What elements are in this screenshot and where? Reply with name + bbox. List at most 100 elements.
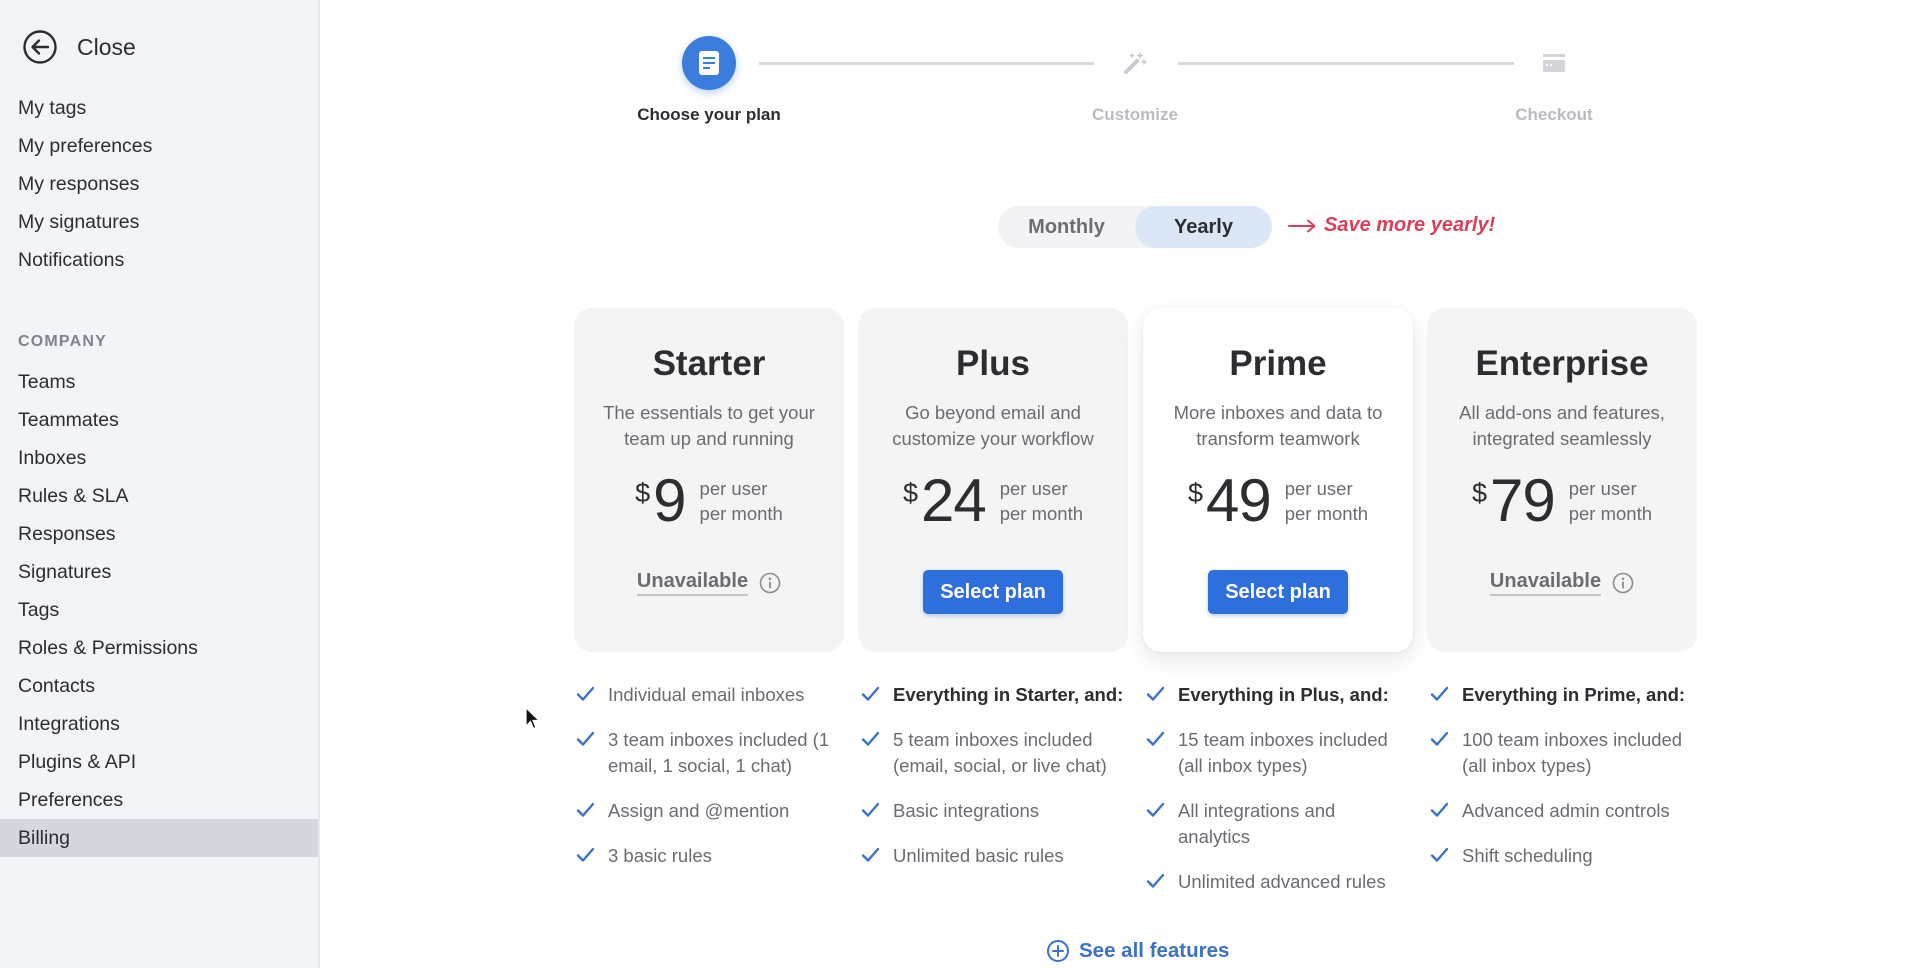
feature-text: Everything in Starter, and:	[893, 684, 1124, 705]
unavailable-link[interactable]: Unavailable	[636, 570, 749, 596]
plan-features-prime: Everything in Plus, and: 15 team inboxes …	[1140, 682, 1410, 914]
feature-item: Everything in Prime, and:	[1424, 682, 1694, 708]
checkmark-icon	[1146, 686, 1165, 701]
plan-cta: Select plan	[858, 570, 1128, 614]
price-unit-user: per user	[999, 478, 1068, 499]
checkmark-icon	[861, 847, 880, 862]
unavailable-link[interactable]: Unavailable	[1489, 570, 1602, 596]
step-label: Checkout	[1515, 105, 1593, 124]
sidebar-item-preferences[interactable]: Preferences	[0, 781, 318, 819]
billing-period-toggle[interactable]: Monthly Yearly	[998, 206, 1272, 248]
toggle-monthly[interactable]: Monthly	[998, 206, 1135, 248]
plan-name: Plus	[956, 344, 1030, 383]
feature-item: Assign and @mention	[570, 798, 840, 824]
mouse-cursor-icon	[525, 707, 541, 730]
feature-text: Individual email inboxes	[608, 684, 805, 705]
sidebar-item-signatures[interactable]: Signatures	[0, 553, 318, 591]
plan-name: Starter	[652, 344, 766, 383]
feature-text: Assign and @mention	[608, 800, 790, 821]
feature-text: All integrations and analytics	[1178, 800, 1336, 847]
feature-item: All integrations and analytics	[1140, 798, 1410, 850]
price-unit: per user per month	[700, 476, 783, 526]
magic-wand-icon	[1124, 52, 1147, 74]
feature-text: Basic integrations	[893, 800, 1040, 821]
see-all-features-link[interactable]: See all features	[1046, 939, 1229, 963]
price-amount: 24	[920, 467, 987, 534]
select-plan-button[interactable]: Select plan	[923, 570, 1063, 614]
plan-features-starter: Individual email inboxes 3 team inboxes i…	[570, 682, 840, 888]
toggle-yearly[interactable]: Yearly	[1135, 206, 1272, 248]
step-connector	[759, 62, 1094, 65]
feature-item: 100 team inboxes included (all inbox typ…	[1424, 727, 1694, 779]
feature-text: 5 team inboxes included (email, social, …	[893, 729, 1107, 776]
price-unit: per user per month	[1285, 476, 1368, 526]
sidebar-item-billing[interactable]: Billing	[0, 819, 318, 857]
checkmark-icon	[1430, 847, 1449, 862]
feature-text: 100 team inboxes included (all inbox typ…	[1462, 729, 1683, 776]
plus-circle-icon	[1047, 940, 1069, 962]
plan-cta: Unavailable	[1427, 570, 1697, 596]
save-yearly-text: Save more yearly!	[1324, 214, 1496, 236]
price-unit-month: per month	[1284, 503, 1369, 524]
checkmark-icon	[576, 731, 595, 746]
feature-text: 3 basic rules	[608, 845, 712, 866]
plan-price: $ 9 per user per month	[574, 470, 844, 532]
credit-card-icon	[1543, 54, 1565, 72]
plan-card-prime: Prime More inboxes and data to transform…	[1143, 308, 1413, 652]
checkmark-icon	[1146, 731, 1165, 746]
checkmark-icon	[861, 686, 880, 701]
sidebar-item-notifications[interactable]: Notifications	[0, 241, 318, 279]
currency-symbol: $	[635, 478, 651, 508]
info-icon[interactable]	[759, 572, 781, 594]
price-unit: per user per month	[1569, 476, 1652, 526]
plan-description: The essentials to get your team up and r…	[603, 402, 815, 449]
checkout-stepper: Choose your plan Customize Checkout	[0, 0, 1920, 140]
plan-cta: Unavailable	[574, 570, 844, 596]
feature-item: Individual email inboxes	[570, 682, 840, 708]
info-icon[interactable]	[1612, 572, 1634, 594]
sidebar-item-plugins-api[interactable]: Plugins & API	[0, 743, 318, 781]
sidebar-item-roles-permissions[interactable]: Roles & Permissions	[0, 629, 318, 667]
price-amount: 9	[653, 467, 686, 534]
sidebar-item-contacts[interactable]: Contacts	[0, 667, 318, 705]
sidebar-item-teams[interactable]: Teams	[0, 363, 318, 401]
plan-name: Enterprise	[1475, 344, 1649, 383]
sidebar-item-my-responses[interactable]: My responses	[0, 165, 318, 203]
currency-symbol: $	[1471, 478, 1487, 508]
sidebar-item-tags[interactable]: Tags	[0, 591, 318, 629]
company-nav: Teams Teammates Inboxes Rules & SLA Resp…	[0, 363, 318, 857]
sidebar-item-rules-sla[interactable]: Rules & SLA	[0, 477, 318, 515]
step-connector	[1178, 62, 1514, 65]
sidebar-item-integrations[interactable]: Integrations	[0, 705, 318, 743]
feature-item: Shift scheduling	[1424, 843, 1694, 869]
see-all-features-label: See all features	[1079, 939, 1230, 962]
feature-item: Everything in Starter, and:	[855, 682, 1125, 708]
step-choose-plan-badge	[682, 36, 736, 90]
step-label: Choose your plan	[637, 105, 781, 124]
arrow-right-icon	[1288, 219, 1316, 232]
sidebar-item-inboxes[interactable]: Inboxes	[0, 439, 318, 477]
checkmark-icon	[576, 802, 595, 817]
plan-price: $ 79 per user per month	[1427, 470, 1697, 532]
plan-card-starter: Starter The essentials to get your team …	[574, 308, 844, 652]
checkmark-icon	[1430, 731, 1449, 746]
feature-text: Unlimited basic rules	[893, 845, 1064, 866]
sidebar-item-my-signatures[interactable]: My signatures	[0, 203, 318, 241]
checkmark-icon	[1146, 873, 1165, 888]
checkmark-icon	[1146, 802, 1165, 817]
sidebar-item-responses[interactable]: Responses	[0, 515, 318, 553]
currency-symbol: $	[902, 478, 918, 508]
plan-description: More inboxes and data to transform teamw…	[1173, 402, 1383, 449]
plan-features-plus: Everything in Starter, and: 5 team inboxe…	[855, 682, 1125, 888]
feature-item: Everything in Plus, and:	[1140, 682, 1410, 708]
select-plan-button[interactable]: Select plan	[1208, 570, 1348, 614]
plan-description: Go beyond email and customize your workf…	[892, 402, 1094, 449]
currency-symbol: $	[1187, 478, 1203, 508]
feature-item: Unlimited basic rules	[855, 843, 1125, 869]
price-unit-user: per user	[1568, 478, 1637, 499]
feature-item: 5 team inboxes included (email, social, …	[855, 727, 1125, 779]
price-unit-user: per user	[1284, 478, 1353, 499]
sidebar-item-teammates[interactable]: Teammates	[0, 401, 318, 439]
feature-item: 3 team inboxes included (1 email, 1 soci…	[570, 727, 840, 779]
step-customize-badge	[1108, 36, 1162, 90]
